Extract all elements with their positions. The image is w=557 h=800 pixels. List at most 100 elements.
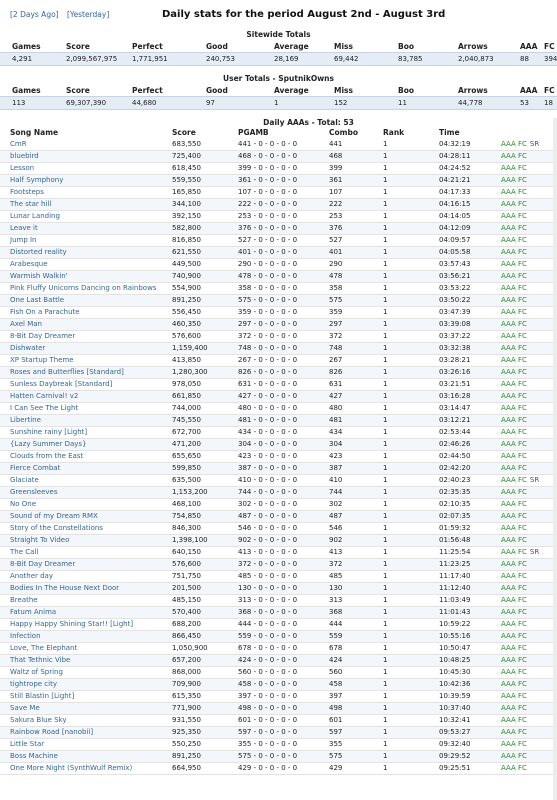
score-cell: 1,153,200	[162, 486, 228, 499]
song-link[interactable]: Love, The Elephant	[0, 642, 162, 655]
song-link[interactable]: Axel Man	[0, 318, 162, 331]
combo-cell: 678	[319, 642, 373, 655]
song-link[interactable]: Little Star	[0, 738, 162, 751]
song-link[interactable]: Fatum Anima	[0, 606, 162, 619]
song-link[interactable]: The Call	[0, 546, 162, 559]
song-link[interactable]: 8-Bit Day Dreamer	[0, 330, 162, 343]
song-link[interactable]: I Can See The Light	[0, 402, 162, 415]
score-cell: 725,400	[162, 150, 228, 163]
pgamb-cell: 387 - 0 - 0 - 0 - 0	[228, 462, 319, 475]
song-link[interactable]: Arabesque	[0, 258, 162, 271]
time-cell: 04:09:57	[429, 234, 491, 247]
score-cell: 621,550	[162, 246, 228, 259]
table-row: That Tethnic Vibe 657,200 424 - 0 - 0 - 0 …	[0, 654, 557, 667]
song-link[interactable]: 8-Bit Day Dreamer	[0, 558, 162, 571]
song-link[interactable]: Infection	[0, 630, 162, 643]
song-link[interactable]: Glaciate	[0, 474, 162, 487]
aaa-fc-cell: AAA FC	[491, 318, 557, 331]
page-title: Daily stats for the period August 2nd - …	[162, 9, 446, 20]
song-link[interactable]: Dishwater	[0, 342, 162, 355]
song-link[interactable]: Clouds from the East	[0, 450, 162, 463]
combo-cell: 304	[319, 438, 373, 451]
aaa-fc-badge: AAA FC	[501, 176, 527, 184]
table-row: tightrope city 709,900 458 - 0 - 0 - 0 - 0…	[0, 678, 557, 691]
aaa-fc-cell: AAA FC	[491, 450, 557, 463]
combo-cell: 297	[319, 318, 373, 331]
song-link[interactable]: Fish On a Parachute	[0, 306, 162, 319]
aaa-fc-badge: AAA FC	[501, 764, 527, 772]
song-link[interactable]: Sunless Daybreak [Standard]	[0, 378, 162, 391]
rank-cell: 1	[373, 594, 429, 607]
song-link[interactable]: XP Startup Theme	[0, 354, 162, 367]
pgamb-cell: 631 - 0 - 0 - 0 - 0	[228, 378, 319, 391]
song-link[interactable]: Leave it	[0, 222, 162, 235]
prev-days-link[interactable]: [2 Days Ago]	[10, 10, 59, 19]
song-link[interactable]: Happy Happy Shining Star!! [Light]	[0, 618, 162, 631]
rank-cell: 1	[373, 702, 429, 715]
song-link[interactable]: Rainbow Road [nanobii]	[0, 726, 162, 739]
col-header: Miss	[334, 42, 353, 51]
song-link[interactable]: Libertine	[0, 414, 162, 427]
rank-cell: 1	[373, 402, 429, 415]
song-link[interactable]: Bodies In The House Next Door	[0, 582, 162, 595]
song-link[interactable]: Pink Fluffy Unicorns Dancing on Rainbows	[0, 282, 162, 295]
song-link[interactable]: One More Night (SynthWulf Remix)	[0, 762, 162, 775]
song-link[interactable]: Sound of my Dream RMX	[0, 510, 162, 523]
table-row: Little Star 550,250 355 - 0 - 0 - 0 - 0 355…	[0, 738, 557, 751]
col-header: Arrows	[458, 86, 488, 95]
song-link[interactable]: Sunshine rainy [Light]	[0, 426, 162, 439]
song-link[interactable]: Warmish Walkin'	[0, 270, 162, 283]
pgamb-cell: 481 - 0 - 0 - 0 - 0	[228, 414, 319, 427]
song-link[interactable]: Waltz of Spring	[0, 666, 162, 679]
song-link[interactable]: tightrope city	[0, 678, 162, 691]
combo-cell: 546	[319, 522, 373, 535]
sr-badge: SR	[529, 476, 540, 484]
pgamb-cell: 107 - 0 - 0 - 0 - 0	[228, 186, 319, 199]
song-link[interactable]: One Last Battle	[0, 294, 162, 307]
song-link[interactable]: CmR	[0, 138, 162, 151]
rank-cell: 1	[373, 342, 429, 355]
score-cell: 576,600	[162, 558, 228, 571]
song-link[interactable]: Breathe	[0, 594, 162, 607]
song-link[interactable]: Boss Machine	[0, 750, 162, 763]
song-link[interactable]: Lesson	[0, 162, 162, 175]
col-header: AAA	[520, 86, 538, 95]
song-link[interactable]: Half Symphony	[0, 174, 162, 187]
song-link[interactable]: Story of the Constellations	[0, 522, 162, 535]
song-link[interactable]: The star hill	[0, 198, 162, 211]
song-link[interactable]: Greensleeves	[0, 486, 162, 499]
combo-cell: 423	[319, 450, 373, 463]
song-link[interactable]: Jump In	[0, 234, 162, 247]
song-link[interactable]: Still Blastin [Light]	[0, 690, 162, 703]
pgamb-cell: 748 - 0 - 0 - 0 - 0	[228, 342, 319, 355]
song-link[interactable]: Sakura Blue Sky	[0, 714, 162, 727]
song-link[interactable]: That Tethnic Vibe	[0, 654, 162, 667]
rank-cell: 1	[373, 726, 429, 739]
song-link[interactable]: Footsteps	[0, 186, 162, 199]
song-link[interactable]: Save Me	[0, 702, 162, 715]
song-link[interactable]: Straight To Video	[0, 534, 162, 547]
yesterday-link[interactable]: [Yesterday]	[67, 10, 109, 19]
aaa-fc-cell: AAA FC	[491, 486, 557, 499]
aaa-fc-badge: AAA FC	[501, 188, 527, 196]
song-link[interactable]: Roses and Butterflies [Standard]	[0, 366, 162, 379]
aaa-fc-cell: AAA FC	[491, 558, 557, 571]
aaa-fc-badge: AAA FC	[501, 344, 527, 352]
song-link[interactable]: {Lazy Summer Days}	[0, 438, 162, 451]
song-link[interactable]: bluebird	[0, 150, 162, 163]
pgamb-cell: 302 - 0 - 0 - 0 - 0	[228, 498, 319, 511]
combo-cell: 376	[319, 222, 373, 235]
song-link[interactable]: No One	[0, 498, 162, 511]
song-link[interactable]: Lunar Landing	[0, 210, 162, 223]
song-link[interactable]: Hatten Carnival! v2	[0, 390, 162, 403]
rank-cell: 1	[373, 474, 429, 487]
scrollbar[interactable]	[553, 118, 557, 800]
song-link[interactable]: Distorted reality	[0, 246, 162, 259]
score-cell: 554,900	[162, 282, 228, 295]
song-link[interactable]: Another day	[0, 570, 162, 583]
score-cell: 640,150	[162, 546, 228, 559]
combo-cell: 478	[319, 270, 373, 283]
score-cell: 485,150	[162, 594, 228, 607]
sitewide-header-row: Games Score Perfect Good Average Miss Bo…	[0, 41, 557, 53]
song-link[interactable]: Fierce Combat	[0, 462, 162, 475]
